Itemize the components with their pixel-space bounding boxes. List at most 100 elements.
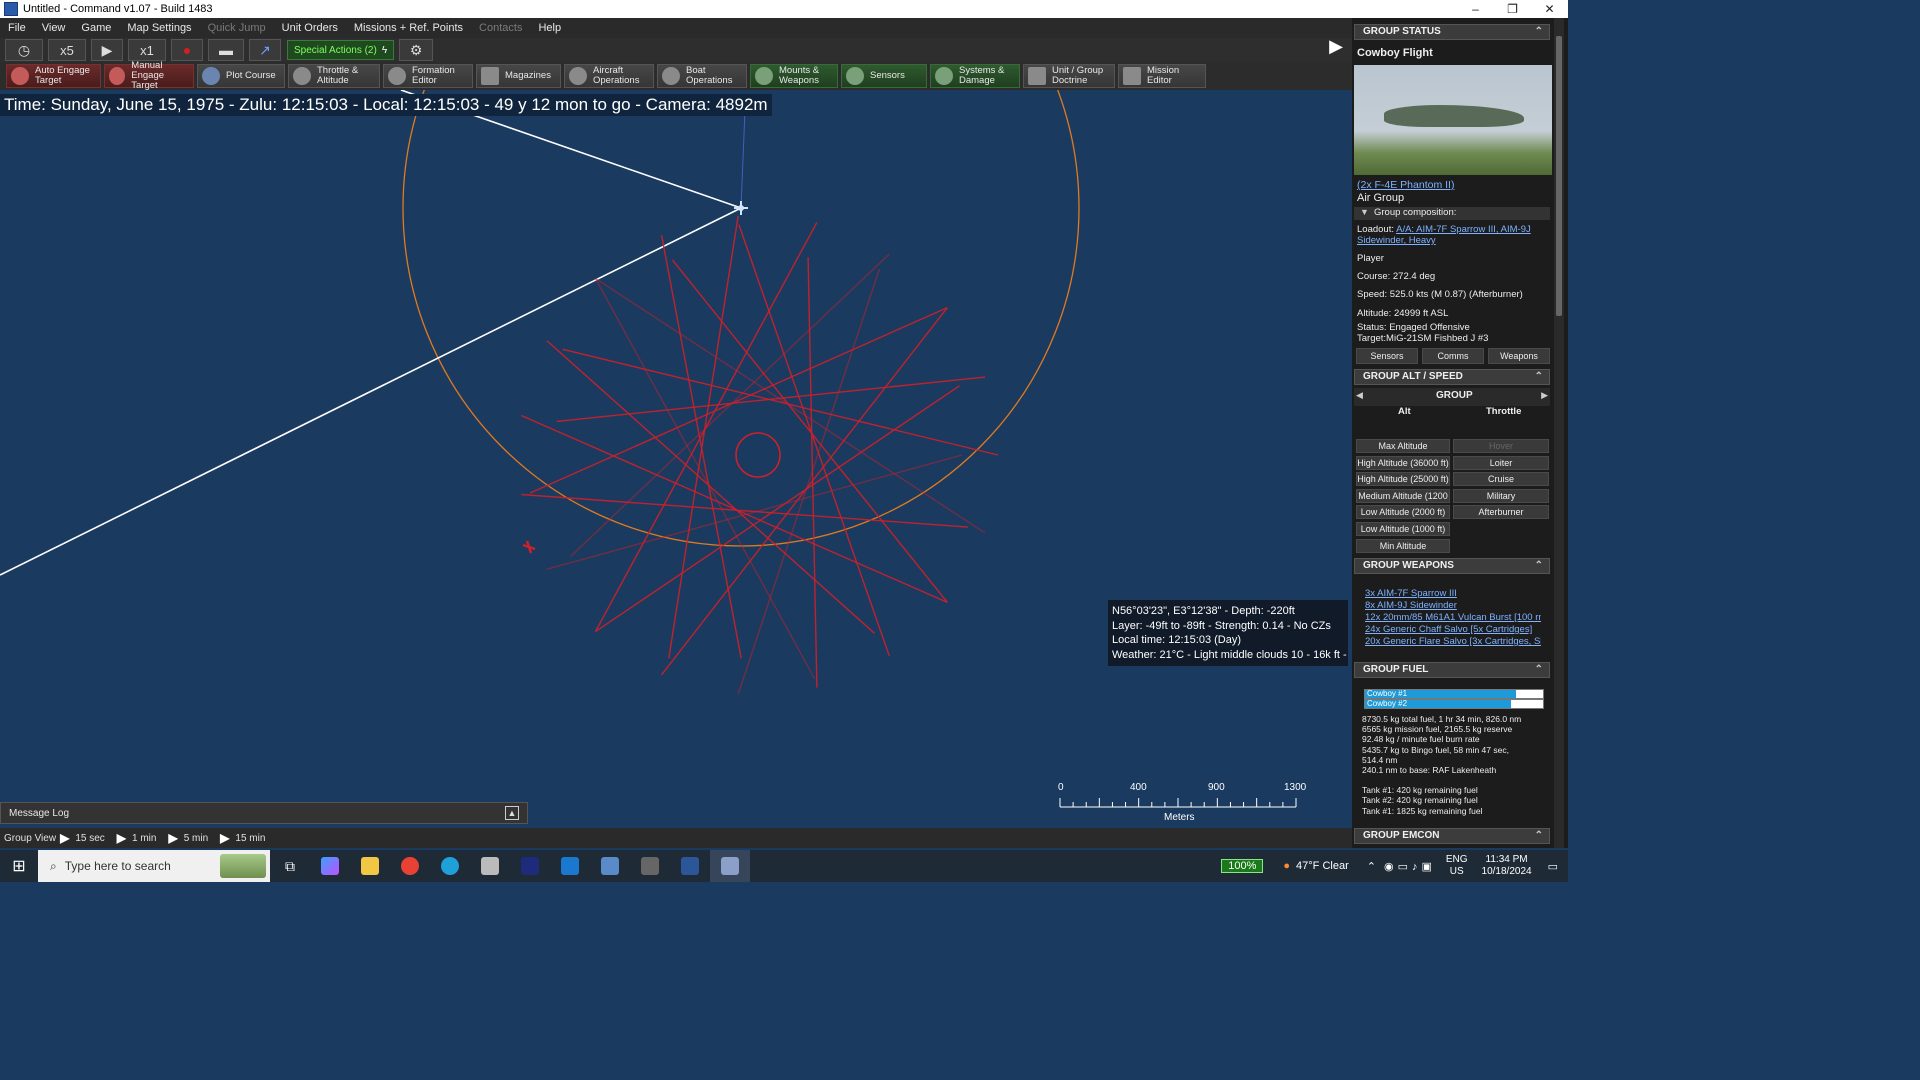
low-altitude-2000-button[interactable]: Low Altitude (2000 ft) bbox=[1356, 505, 1450, 519]
task-view-icon[interactable]: ⧉ bbox=[270, 850, 310, 882]
afterburner-button[interactable]: Afterburner bbox=[1453, 505, 1549, 519]
prev-arrow-icon[interactable]: ◀ bbox=[1356, 390, 1363, 401]
tab-sensors[interactable]: Sensors bbox=[1356, 348, 1418, 364]
menu-map-settings[interactable]: Map Settings bbox=[127, 22, 191, 34]
speed-ratio-button[interactable]: x1 bbox=[128, 39, 166, 61]
high-altitude-36000-button[interactable]: High Altitude (36000 ft) bbox=[1356, 456, 1450, 470]
auto-engage-target-button[interactable]: Auto Engage Target bbox=[6, 64, 101, 88]
unit-class-link[interactable]: (2x F-4E Phantom II) bbox=[1357, 179, 1454, 191]
l-app-icon[interactable] bbox=[510, 850, 550, 882]
hostile-aircraft-icon[interactable] bbox=[522, 540, 536, 554]
clock-icon[interactable]: ◷ bbox=[5, 39, 43, 61]
systems-damage-button[interactable]: Systems & Damage bbox=[930, 64, 1020, 88]
magazines-button[interactable]: Magazines bbox=[476, 64, 561, 88]
collapse-chevron-icon[interactable]: ⌃ bbox=[1535, 663, 1543, 677]
loadout-link[interactable]: A/A: AIM-7F Sparrow III, AIM-9J bbox=[1396, 224, 1531, 235]
sensors-button[interactable]: Sensors bbox=[841, 64, 927, 88]
message-log-bar[interactable]: Message Log ▲ bbox=[0, 802, 528, 824]
collapse-chevron-icon[interactable]: ⌃ bbox=[1535, 829, 1543, 843]
play-icon[interactable]: ▶ bbox=[91, 39, 123, 61]
close-button[interactable]: ✕ bbox=[1531, 0, 1568, 18]
group-weapons-header[interactable]: GROUP WEAPONS ⌃ bbox=[1354, 558, 1550, 574]
weapon-link[interactable]: 24x Generic Chaff Salvo [5x Cartridges] bbox=[1365, 624, 1541, 635]
clock[interactable]: 11:34 PM 10/18/2024 bbox=[1482, 854, 1532, 878]
collapse-chevron-icon[interactable]: ⌃ bbox=[1535, 559, 1543, 573]
menu-help[interactable]: Help bbox=[538, 22, 561, 34]
group-status-header[interactable]: GROUP STATUS ⌃ bbox=[1354, 24, 1550, 40]
medium-altitude-button[interactable]: Medium Altitude (1200 bbox=[1356, 489, 1450, 503]
tray-icons[interactable]: ◉▭♪▣ bbox=[1384, 860, 1436, 873]
tray-chevron-icon[interactable]: ⌃ bbox=[1367, 860, 1376, 873]
mounts-weapons-button[interactable]: Mounts & Weapons bbox=[750, 64, 838, 88]
tab-comms[interactable]: Comms bbox=[1422, 348, 1484, 364]
weapon-link[interactable]: 8x AIM-9J Sidewinder bbox=[1365, 600, 1457, 611]
weather-text[interactable]: 47°F Clear bbox=[1296, 860, 1349, 872]
weather-icon[interactable]: ● bbox=[1283, 860, 1290, 872]
cruise-button[interactable]: Cruise bbox=[1453, 472, 1549, 486]
step-5min-button[interactable]: ▶ 5 min bbox=[168, 831, 208, 845]
chrome-icon[interactable] bbox=[390, 850, 430, 882]
time-compression-label[interactable]: x5 bbox=[48, 39, 86, 61]
group-selector[interactable]: ◀ GROUP ▶ bbox=[1354, 388, 1550, 406]
windows-start-icon[interactable]: ⊞ bbox=[0, 850, 38, 882]
menu-quick-jump[interactable]: Quick Jump bbox=[208, 22, 266, 34]
weapon-link[interactable]: 3x AIM-7F Sparrow III bbox=[1365, 588, 1457, 599]
edge-icon[interactable] bbox=[430, 850, 470, 882]
mail-icon[interactable] bbox=[550, 850, 590, 882]
step-15sec-button[interactable]: ▶ 15 sec bbox=[60, 831, 105, 845]
tab-weapons[interactable]: Weapons bbox=[1488, 348, 1550, 364]
app-icon[interactable] bbox=[470, 850, 510, 882]
low-altitude-1000-button[interactable]: Low Altitude (1000 ft) bbox=[1356, 522, 1450, 536]
menu-view[interactable]: View bbox=[42, 22, 66, 34]
restore-button[interactable]: ❐ bbox=[1494, 0, 1531, 18]
step-1min-button[interactable]: ▶ 1 min bbox=[117, 831, 157, 845]
weapon-link[interactable]: 20x Generic Flare Salvo [3x Cartridges, … bbox=[1365, 636, 1541, 647]
battery-indicator[interactable]: 100% bbox=[1221, 859, 1264, 873]
group-alt-speed-header[interactable]: GROUP ALT / SPEED ⌃ bbox=[1354, 369, 1550, 385]
record-icon[interactable]: ● bbox=[171, 39, 203, 61]
expand-up-icon[interactable]: ▲ bbox=[505, 806, 519, 820]
plot-course-button[interactable]: Plot Course bbox=[197, 64, 285, 88]
min-altitude-button[interactable]: Min Altitude bbox=[1356, 539, 1450, 553]
menu-game[interactable]: Game bbox=[81, 22, 111, 34]
military-button[interactable]: Military bbox=[1453, 489, 1549, 503]
command-app-icon[interactable] bbox=[710, 850, 750, 882]
word-icon[interactable] bbox=[670, 850, 710, 882]
hover-button[interactable]: Hover bbox=[1453, 439, 1549, 453]
calculator-icon[interactable] bbox=[630, 850, 670, 882]
tactical-map[interactable] bbox=[0, 90, 1352, 800]
vehicle-icon[interactable]: ▬ bbox=[208, 39, 244, 61]
group-composition-row[interactable]: ▼ Group composition: bbox=[1354, 207, 1550, 220]
boat-operations-button[interactable]: Boat Operations bbox=[657, 64, 747, 88]
manual-engage-target-button[interactable]: Manual Engage Target bbox=[104, 61, 194, 91]
minimize-button[interactable]: – bbox=[1457, 0, 1494, 18]
collapse-panel-arrow-icon[interactable]: ▶ bbox=[1326, 36, 1346, 60]
loiter-button[interactable]: Loiter bbox=[1453, 456, 1549, 470]
mission-editor-button[interactable]: Mission Editor bbox=[1118, 64, 1206, 88]
collapse-chevron-icon[interactable]: ⌃ bbox=[1535, 370, 1543, 384]
max-altitude-button[interactable]: Max Altitude bbox=[1356, 439, 1450, 453]
loadout-link-cont[interactable]: Sidewinder, Heavy bbox=[1357, 235, 1436, 246]
friendly-aircraft-icon[interactable] bbox=[734, 201, 748, 215]
menu-file[interactable]: File bbox=[8, 22, 26, 34]
weapon-link[interactable]: 12x 20mm/85 M61A1 Vulcan Burst [100 rnd bbox=[1365, 612, 1541, 623]
unit-group-doctrine-button[interactable]: Unit / Group Doctrine bbox=[1023, 64, 1115, 88]
group-fuel-header[interactable]: GROUP FUEL ⌃ bbox=[1354, 662, 1550, 678]
settings-gear-icon[interactable]: ⚙ bbox=[399, 39, 434, 61]
menu-unit-orders[interactable]: Unit Orders bbox=[282, 22, 338, 34]
notifications-icon[interactable]: ▭ bbox=[1548, 860, 1558, 873]
menu-missions[interactable]: Missions + Ref. Points bbox=[354, 22, 463, 34]
input-language[interactable]: ENG US bbox=[1446, 854, 1468, 878]
jump-arrow-icon[interactable]: ↗ bbox=[249, 39, 281, 61]
throttle-altitude-button[interactable]: Throttle & Altitude bbox=[288, 64, 380, 88]
copilot-icon[interactable] bbox=[310, 850, 350, 882]
special-actions-button[interactable]: Special Actions (2) ϟ bbox=[287, 40, 395, 60]
group-emcon-header[interactable]: GROUP EMCON ⌃ bbox=[1354, 828, 1550, 844]
file-explorer-icon[interactable] bbox=[350, 850, 390, 882]
network-app-icon[interactable] bbox=[590, 850, 630, 882]
step-15min-button[interactable]: ▶ 15 min bbox=[220, 831, 265, 845]
high-altitude-25000-button[interactable]: High Altitude (25000 ft) bbox=[1356, 472, 1450, 486]
menu-contacts[interactable]: Contacts bbox=[479, 22, 522, 34]
collapse-chevron-icon[interactable]: ⌃ bbox=[1535, 25, 1543, 39]
aircraft-operations-button[interactable]: Aircraft Operations bbox=[564, 64, 654, 88]
